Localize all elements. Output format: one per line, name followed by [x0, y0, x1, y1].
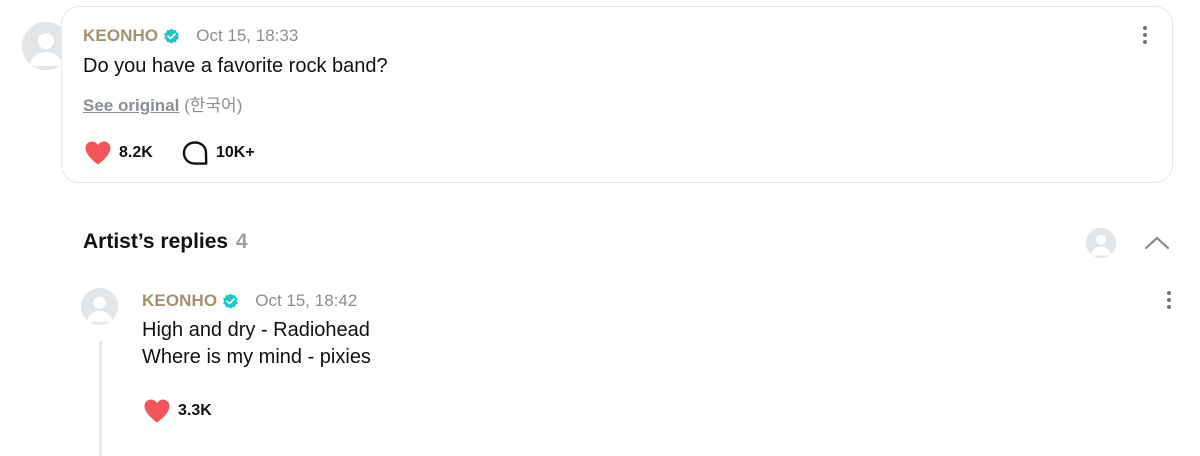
reply-text-line-1: High and dry - Radiohead	[142, 319, 370, 341]
reply-text-line-2: Where is my mind - pixies	[142, 346, 371, 368]
avatar-placeholder-icon	[81, 288, 118, 325]
replies-artist-avatar[interactable]	[1086, 228, 1116, 258]
avatar-placeholder-icon	[1086, 228, 1116, 258]
page: KEONHO Oct 15, 18:33 Do you have a favor…	[0, 0, 1200, 456]
speech-bubble-icon	[182, 141, 208, 165]
reply-author-name[interactable]: KEONHO	[142, 291, 217, 311]
reply-author-avatar[interactable]	[81, 288, 118, 325]
post-like-button[interactable]: 8.2K	[84, 139, 153, 167]
artist-replies-count: 4	[235, 230, 248, 253]
post-timestamp: Oct 15, 18:33	[196, 26, 299, 45]
reply-like-count: 3.3K	[178, 402, 212, 419]
heart-icon	[85, 141, 111, 165]
post-comment-count: 10K+	[216, 144, 255, 161]
verified-badge-icon	[164, 28, 180, 44]
post-like-count: 8.2K	[119, 144, 153, 161]
chevron-up-icon	[1144, 236, 1170, 250]
see-original-row: See original (한국어)	[83, 91, 242, 116]
artist-replies-header: Artist’s replies 4	[83, 230, 248, 254]
reply-timestamp: Oct 15, 18:42	[255, 291, 358, 310]
verified-badge-icon	[223, 293, 239, 309]
post-text: Do you have a favorite rock band?	[83, 55, 388, 77]
artist-replies-title: Artist’s replies	[83, 230, 229, 253]
collapse-replies-button[interactable]	[1142, 230, 1172, 256]
reply-thread-line	[99, 341, 102, 456]
reply-author-row: KEONHO Oct 15, 18:42	[142, 289, 357, 313]
reply-like-button[interactable]: 3.3K	[143, 397, 212, 425]
post-author-name[interactable]: KEONHO	[83, 26, 158, 46]
see-original-link[interactable]: See original	[83, 96, 179, 115]
post-comment-button[interactable]: 10K+	[181, 139, 255, 167]
original-language-label: (한국어)	[184, 96, 243, 115]
heart-icon	[144, 399, 170, 423]
post-author-row: KEONHO Oct 15, 18:33	[83, 24, 298, 48]
post-kebab-menu-icon[interactable]	[1135, 22, 1155, 48]
reply-kebab-menu-icon[interactable]	[1159, 287, 1179, 313]
